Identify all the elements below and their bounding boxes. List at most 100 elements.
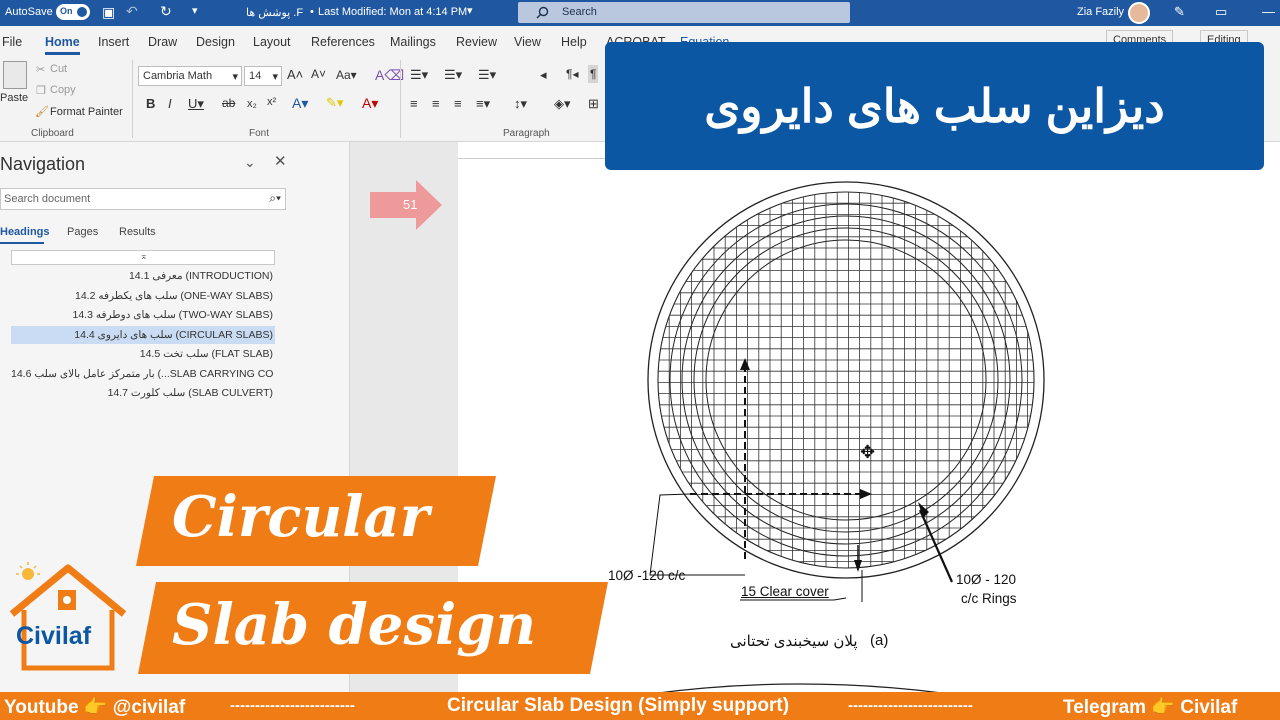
label-bars: 10Ø -120 c/c [608, 568, 686, 583]
close-icon[interactable]: ✕ [274, 152, 287, 170]
heading-item[interactable]: 14.2 سلب های یکطرفه (ONE-WAY SLABS) [11, 287, 275, 305]
bullets-icon[interactable]: ☰▾ [410, 67, 428, 83]
paste-button[interactable]: Paste [0, 92, 28, 104]
autosave-label: AutoSave [5, 6, 53, 18]
avatar[interactable] [1128, 2, 1150, 24]
subscript-icon[interactable]: x₂ [247, 98, 257, 110]
title-separator: • [310, 6, 314, 18]
figure-caption-letter: (a) [870, 632, 889, 649]
multilevel-list-icon[interactable]: ☰▾ [478, 67, 496, 83]
italic-icon[interactable]: I [168, 96, 172, 111]
align-center-icon[interactable]: ≡ [432, 96, 440, 111]
heading-item[interactable]: 14.5 سلب تخت (FLAT SLAB) [11, 345, 275, 363]
search-box[interactable]: Search [518, 2, 850, 23]
heading-item[interactable]: 14.3 سلب های دوطرفه (TWO-WAY SLABS) [11, 306, 275, 324]
chevron-down-icon[interactable]: ▾ [467, 4, 473, 17]
shrink-font-icon[interactable]: A˅ [311, 67, 326, 81]
heading-item[interactable]: 14.4 سلب های دایروی (CIRCULAR SLABS) [11, 325, 275, 344]
label-cover: 15 Clear cover [741, 584, 829, 599]
customize-qat-icon[interactable]: ▾ [192, 4, 198, 17]
arrowhead [854, 560, 862, 572]
minimize-icon[interactable]: — [1262, 4, 1275, 19]
save-icon[interactable]: ▣ [102, 4, 115, 21]
navigation-search-input[interactable]: Search document ⌕▾ [0, 188, 286, 210]
collapsed-heading[interactable]: ⌅ [11, 250, 275, 265]
align-left-icon[interactable]: ≡ [410, 96, 418, 111]
shading-icon[interactable]: ◈▾ [554, 96, 571, 112]
tab-design[interactable]: Design [196, 35, 235, 49]
grow-font-icon[interactable]: A˄ [287, 67, 303, 82]
leader-bars [649, 493, 745, 576]
brand-name: Civilaf [16, 622, 92, 650]
ribbon-divider [400, 60, 401, 138]
youtube-handle: Youtube 👉 @civilaf [4, 697, 186, 718]
superscript-icon[interactable]: x² [267, 96, 276, 108]
persian-title-banner: دیزاین سلب های دایروی [605, 42, 1264, 170]
font-name-select[interactable]: Cambria Math ▾ [138, 66, 242, 86]
highlight-icon[interactable]: ✎▾ [326, 95, 343, 111]
change-case-icon[interactable]: Aa▾ [336, 68, 357, 82]
show-marks-icon[interactable]: ¶ [588, 65, 599, 83]
tab-home[interactable]: Home [45, 35, 80, 55]
pen-icon[interactable]: ✎ [1174, 4, 1185, 20]
copy-button[interactable]: Copy [50, 84, 76, 96]
font-group-label: Font [249, 128, 270, 139]
undo-icon[interactable]: ↶ [126, 3, 138, 20]
rtl-icon[interactable]: ◂ [540, 67, 547, 83]
last-modified: Last Modified: Mon at 4:14 PM [318, 6, 468, 18]
bar-grid [658, 192, 1034, 568]
collapse-icon: ⌅ [140, 251, 148, 261]
clipboard-icon [3, 61, 27, 89]
ribbon-divider [132, 60, 133, 138]
autosave-toggle[interactable]: On [56, 4, 90, 20]
ring-circle [669, 203, 1023, 557]
heading-item[interactable]: 14.1 معرفی (INTRODUCTION) [11, 267, 275, 285]
ribbon-display-icon[interactable]: ▭ [1215, 4, 1227, 20]
numbering-icon[interactable]: ☰▾ [444, 67, 462, 83]
tab-headings[interactable]: Headings [0, 226, 50, 238]
navigation-title: Navigation [0, 154, 86, 174]
ltr-icon[interactable]: ¶◂ [566, 67, 578, 81]
font-size-select[interactable]: 14 ▾ [244, 66, 282, 86]
persian-title: دیزاین سلب های دایروی [704, 80, 1165, 132]
cut-button[interactable]: Cut [50, 63, 67, 75]
heading-item[interactable]: 14.7 سلب کلورت (SLAB CULVERT) [11, 384, 275, 402]
redo-icon[interactable]: ↻ [160, 3, 172, 20]
tab-mailings[interactable]: Mailings [390, 35, 436, 49]
tab-layout[interactable]: Layout [253, 35, 291, 49]
tab-view[interactable]: View [514, 35, 541, 49]
format-painter-button[interactable]: Format Painter [50, 106, 123, 118]
heading-item[interactable]: 14.6 بار متمرکز عامل بالای سلب (...SLAB … [11, 365, 275, 383]
clipboard-group-label: Clipboard [31, 128, 74, 139]
tab-references[interactable]: References [311, 35, 375, 49]
paragraph-group-label: Paragraph [503, 128, 550, 139]
search-icon: ⌕▾ [269, 191, 281, 205]
user-name: Zia Fazily [1077, 6, 1125, 18]
tab-review[interactable]: Review [456, 35, 497, 49]
ticker-title: Circular Slab Design (Simply support) [447, 695, 790, 716]
tab-file[interactable]: File [2, 35, 22, 49]
font-color-icon[interactable]: A▾ [362, 95, 378, 112]
borders-icon[interactable]: ⊞ [588, 96, 599, 112]
figure-caption: پلان سیخبندی تحتانی [730, 633, 858, 650]
line-spacing-icon[interactable]: ↕▾ [514, 96, 527, 112]
page-number-badge: 51 [403, 197, 418, 212]
tab-help[interactable]: Help [561, 35, 587, 49]
align-right-icon[interactable]: ≡ [454, 96, 462, 111]
tab-insert[interactable]: Insert [98, 35, 129, 49]
brush-icon: 🖌 [35, 106, 49, 118]
justify-icon[interactable]: ≡▾ [476, 96, 490, 112]
circular-slab-drawing: ✥ [647, 181, 1045, 602]
tab-pages[interactable]: Pages [67, 226, 98, 238]
english-title-line1: Circular [172, 484, 430, 550]
label-rings-1: 10Ø - 120 [956, 572, 1017, 587]
ticker-dashes: ------------------------- [230, 697, 355, 714]
document-title: پوشش ها .F [246, 7, 304, 19]
chevron-down-icon[interactable]: ⌄ [244, 154, 256, 171]
underline-icon[interactable]: U▾ [188, 96, 204, 112]
text-effects-icon[interactable]: A▾ [292, 95, 308, 112]
tab-draw[interactable]: Draw [148, 35, 177, 49]
bold-icon[interactable]: B [146, 96, 155, 111]
tab-results[interactable]: Results [119, 226, 156, 238]
strikethrough-icon[interactable]: ab [222, 96, 235, 110]
